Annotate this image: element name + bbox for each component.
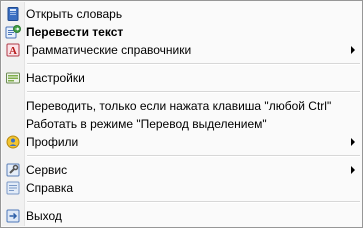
menu-item-translate-only-with-ctrl[interactable]: Переводить, только если нажата клавиша "… <box>2 97 361 115</box>
service-icon <box>5 162 21 178</box>
menu-item-label: Работать в режиме "Перевод выделением" <box>26 117 267 131</box>
submenu-arrow-icon <box>351 138 355 146</box>
menu-item-settings[interactable]: Настройки <box>2 69 361 87</box>
translate-text-icon <box>5 24 21 40</box>
menu-item-label: Перевести текст <box>26 25 124 39</box>
menu-item-exit[interactable]: Выход <box>2 207 361 225</box>
menu-item-grammar-references[interactable]: A Грамматические справочники <box>2 41 361 59</box>
exit-icon <box>5 208 21 224</box>
menu-item-help[interactable]: Справка <box>2 179 361 197</box>
svg-text:A: A <box>9 45 17 57</box>
menu-separator <box>27 63 360 65</box>
submenu-arrow-icon <box>351 46 355 54</box>
help-icon <box>5 180 21 196</box>
submenu-arrow-icon <box>351 166 355 174</box>
menu-item-selection-translation-mode[interactable]: Работать в режиме "Перевод выделением" <box>2 115 361 133</box>
menu-separator <box>27 91 360 93</box>
menu-item-translate-text[interactable]: Перевести текст <box>2 23 361 41</box>
menu-item-label: Переводить, только если нажата клавиша "… <box>26 99 332 113</box>
menu-item-label: Сервис <box>26 163 68 177</box>
menu-item-label: Настройки <box>26 71 85 85</box>
menu-item-label: Грамматические справочники <box>26 43 192 57</box>
settings-icon <box>5 70 21 86</box>
grammar-reference-icon: A <box>5 42 21 58</box>
menu-item-label: Выход <box>26 209 62 223</box>
menu-item-service[interactable]: Сервис <box>2 161 361 179</box>
menu-separator <box>27 155 360 157</box>
menu-item-profiles[interactable]: Профили <box>2 133 361 151</box>
dictionary-book-icon <box>5 6 21 22</box>
menu-item-label: Профили <box>26 135 79 149</box>
menu-item-open-dictionary[interactable]: Открыть словарь <box>2 5 361 23</box>
context-menu: Открыть словарь Перевести текст A Грамма… <box>0 0 363 228</box>
menu-item-label: Справка <box>26 181 74 195</box>
menu-separator <box>27 201 360 203</box>
menu-item-label: Открыть словарь <box>26 7 123 21</box>
profiles-icon <box>5 134 21 150</box>
